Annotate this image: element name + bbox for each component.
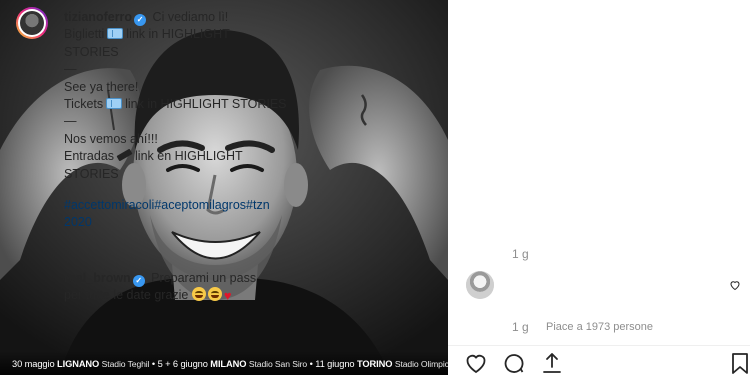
caption-line: Nos vemos ahí!!! (64, 131, 158, 146)
comment-icon[interactable] (502, 351, 526, 375)
caption-line: link in HIGHLIGHT (126, 27, 230, 42)
comment-like-heart-icon[interactable] (729, 279, 741, 291)
tour-date-2: 5 + 6 giugno (157, 359, 208, 369)
verified-badge-icon: ✓ (134, 14, 147, 26)
comment-item: real_brown ✓ Preparami un pass per tutte … (64, 270, 284, 305)
comment-timestamp[interactable]: 1 g (512, 320, 529, 334)
caption-line: STORIES (64, 166, 119, 181)
comments-panel (448, 0, 750, 375)
hashtag-link[interactable]: #accettomiracoli#aceptomilagros#tzn (64, 198, 270, 212)
comment-text: Preparami un pass (151, 271, 257, 285)
caption-line: STORIES (64, 44, 119, 59)
caption-line: link en HIGHLIGHT (135, 149, 243, 164)
share-icon[interactable] (540, 351, 564, 375)
comment-likes-count[interactable]: Piace a 1973 persone (546, 321, 653, 333)
laughing-emoji-icon (207, 287, 222, 302)
caption-line: Tickets (64, 97, 104, 112)
ticket-stub-emoji-icon (116, 148, 133, 162)
commenter-username[interactable]: real_brown (64, 271, 131, 285)
red-heart-emoji-icon: ♥ (223, 288, 232, 304)
caption-line: Entradas (64, 149, 115, 164)
caption-line: Biglietti (64, 27, 105, 42)
tour-separator: • (309, 359, 313, 369)
ticket-emoji-icon (107, 28, 124, 40)
tour-dates-text: 30 maggio LIGNANO Stadio Teghil • 5 + 6 … (12, 359, 448, 369)
laughing-emoji-icon (191, 287, 206, 302)
hashtags[interactable]: #accettomiracoli#aceptomilagros#tzn 2020 (64, 197, 294, 232)
author-username[interactable]: tizianoferro (64, 10, 132, 24)
heart-icon[interactable] (464, 351, 488, 375)
divider (448, 345, 750, 346)
bookmark-icon[interactable] (728, 351, 750, 375)
tour-city-1: LIGNANO (57, 359, 100, 369)
tour-separator: • (151, 359, 156, 369)
tour-city-2: MILANO (210, 359, 247, 369)
hashtag-link[interactable]: 2020 (64, 215, 92, 229)
comment-text: per tutte le date grazie (64, 288, 189, 303)
caption-line: — (64, 62, 77, 77)
caption-line: Ci vediamo lì! (152, 10, 229, 24)
author-avatar[interactable] (18, 9, 46, 37)
commenter-avatar[interactable] (466, 271, 494, 299)
tour-venue-1: Stadio Teghil (101, 359, 150, 369)
tour-city-3: TORINO (356, 359, 393, 369)
post-timestamp[interactable]: 1 g (512, 247, 529, 261)
ticket-emoji-icon (106, 98, 123, 110)
caption-line: link in HIGHLIGHT STORIES (125, 97, 287, 112)
tour-venue-3: Stadio Olimpico (394, 359, 448, 369)
post-caption: tizianoferro ✓ Ci vediamo lì! Biglietti li… (64, 9, 294, 183)
tour-date-1: 30 maggio (12, 359, 55, 369)
tour-venue-2: Stadio San Siro (248, 359, 308, 369)
tour-date-3: 11 giugno (315, 359, 355, 369)
verified-badge-icon: ✓ (132, 275, 145, 287)
caption-line: — (64, 114, 77, 129)
caption-line: See ya there! (64, 79, 139, 94)
